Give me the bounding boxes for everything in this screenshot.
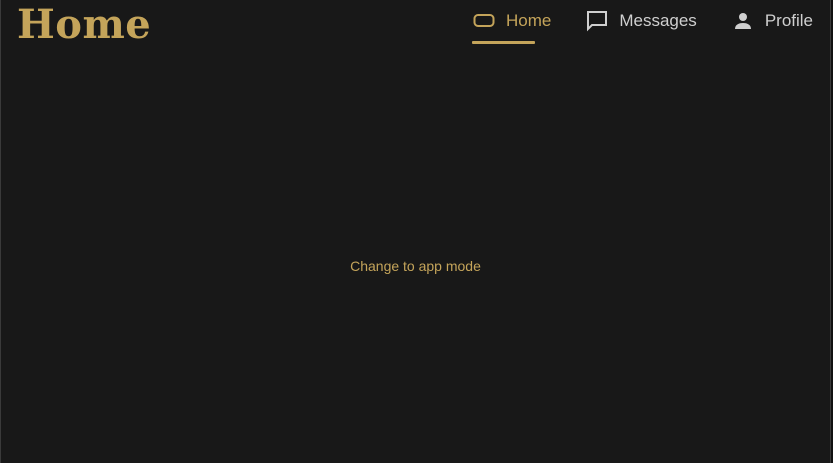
change-mode-link[interactable]: Change to app mode — [350, 258, 481, 274]
top-nav: Home Messages Profile — [471, 0, 830, 46]
nav-item-label: Home — [505, 11, 552, 30]
home-icon — [472, 9, 496, 33]
nav-item-label: Messages — [619, 11, 697, 30]
nav-item-profile[interactable]: Profile — [714, 0, 830, 42]
nav-item-home[interactable]: Home — [471, 0, 568, 44]
app-window: Home Home Messages Profile Change to app… — [0, 0, 831, 463]
chat-bubble-icon — [585, 9, 609, 33]
page-title: Home — [17, 1, 152, 48]
nav-item-label: Profile — [764, 11, 813, 30]
mode-link-container: Change to app mode — [1, 258, 830, 274]
nav-item-messages[interactable]: Messages — [568, 0, 713, 42]
person-icon — [731, 9, 755, 33]
